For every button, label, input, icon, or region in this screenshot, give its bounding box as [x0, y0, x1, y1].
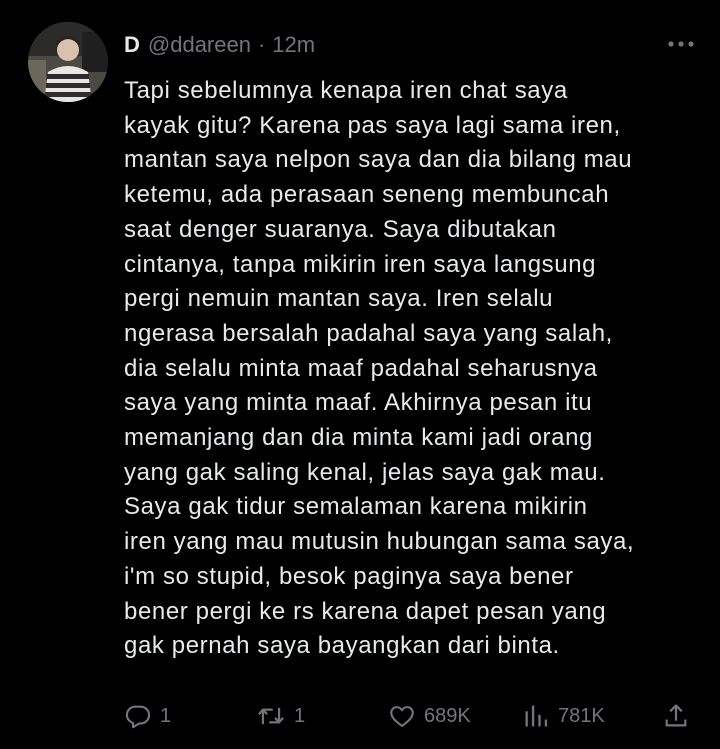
- tweet-text-line: Tapi sebelumnya kenapa iren chat saya: [124, 77, 568, 104]
- action-bar: 1 1 689K 781K: [0, 698, 720, 734]
- reply-count: 1: [160, 704, 172, 727]
- tweet-text-line: pergi nemuin mantan saya. Iren selalu: [124, 285, 554, 313]
- tweet-text-line: kayak gitu? Karena pas saya lagi sama ir…: [124, 111, 621, 139]
- display-name[interactable]: D: [124, 32, 140, 58]
- view-count: 781K: [558, 704, 605, 727]
- share-button[interactable]: [662, 698, 690, 734]
- tweet-text-line: iren yang mau mutusin hubungan sama saya…: [124, 528, 635, 556]
- timestamp[interactable]: 12m: [272, 32, 315, 58]
- tweet-text-line: gak pernah saya bayangkan dari binta.: [124, 632, 560, 660]
- reply-bubble-icon: [125, 705, 151, 729]
- tweet-text-line: dia selalu minta maaf padahal seharusnya: [124, 354, 598, 382]
- tweet-text-line: ngerasa bersalah padahal saya yang salah…: [124, 319, 613, 347]
- tweet-text-line: saat denger suaranya. Saya dibutakan: [124, 215, 557, 243]
- tweet: D @ddareen · 12m Tapi sebelumnya kenapa …: [0, 0, 720, 749]
- tweet-text-line: memanjang dan dia minta kami jadi orang: [124, 424, 593, 452]
- more-options-button[interactable]: [666, 32, 696, 56]
- tweet-text-line: i'm so stupid, besok paginya saya bener: [124, 562, 574, 590]
- tweet-text-line: cintanya, tanpa mikirin iren saya langsu…: [124, 250, 597, 278]
- user-handle[interactable]: @ddareen: [148, 32, 251, 58]
- tweet-text-line: saya yang minta maaf. Akhirnya pesan itu: [124, 389, 593, 417]
- tweet-text: Tapi sebelumnya kenapa iren chat saya ka…: [124, 74, 694, 664]
- tweet-text-line: Saya gak tidur semalaman karena mikirin: [124, 493, 588, 521]
- share-upload-icon: [665, 704, 687, 727]
- like-count: 689K: [424, 704, 471, 727]
- reply-button[interactable]: 1: [124, 698, 171, 734]
- avatar[interactable]: [28, 22, 108, 102]
- tweet-text-line: ketemu, ada perasaan seneng membuncah: [124, 181, 610, 209]
- repost-arrows-icon: [258, 707, 284, 725]
- tweet-text-line: yang gak saling kenal, jelas saya gak ma…: [124, 458, 606, 486]
- tweet-text-line: mantan saya nelpon saya dan dia bilang m…: [124, 146, 633, 174]
- avatar-photo: [28, 22, 108, 102]
- separator-dot: ·: [257, 32, 266, 57]
- repost-button[interactable]: 1: [256, 698, 305, 734]
- tweet-header: D @ddareen · 12m: [124, 30, 315, 60]
- repost-count: 1: [294, 704, 306, 727]
- heart-icon: [390, 706, 414, 727]
- bar-chart-icon: [525, 705, 548, 727]
- more-horizontal-icon: [668, 41, 694, 47]
- like-button[interactable]: 689K: [388, 698, 471, 734]
- views-button[interactable]: 781K: [522, 698, 605, 734]
- tweet-text-line: bener pergi ke rs karena dapet pesan yan…: [124, 597, 607, 625]
